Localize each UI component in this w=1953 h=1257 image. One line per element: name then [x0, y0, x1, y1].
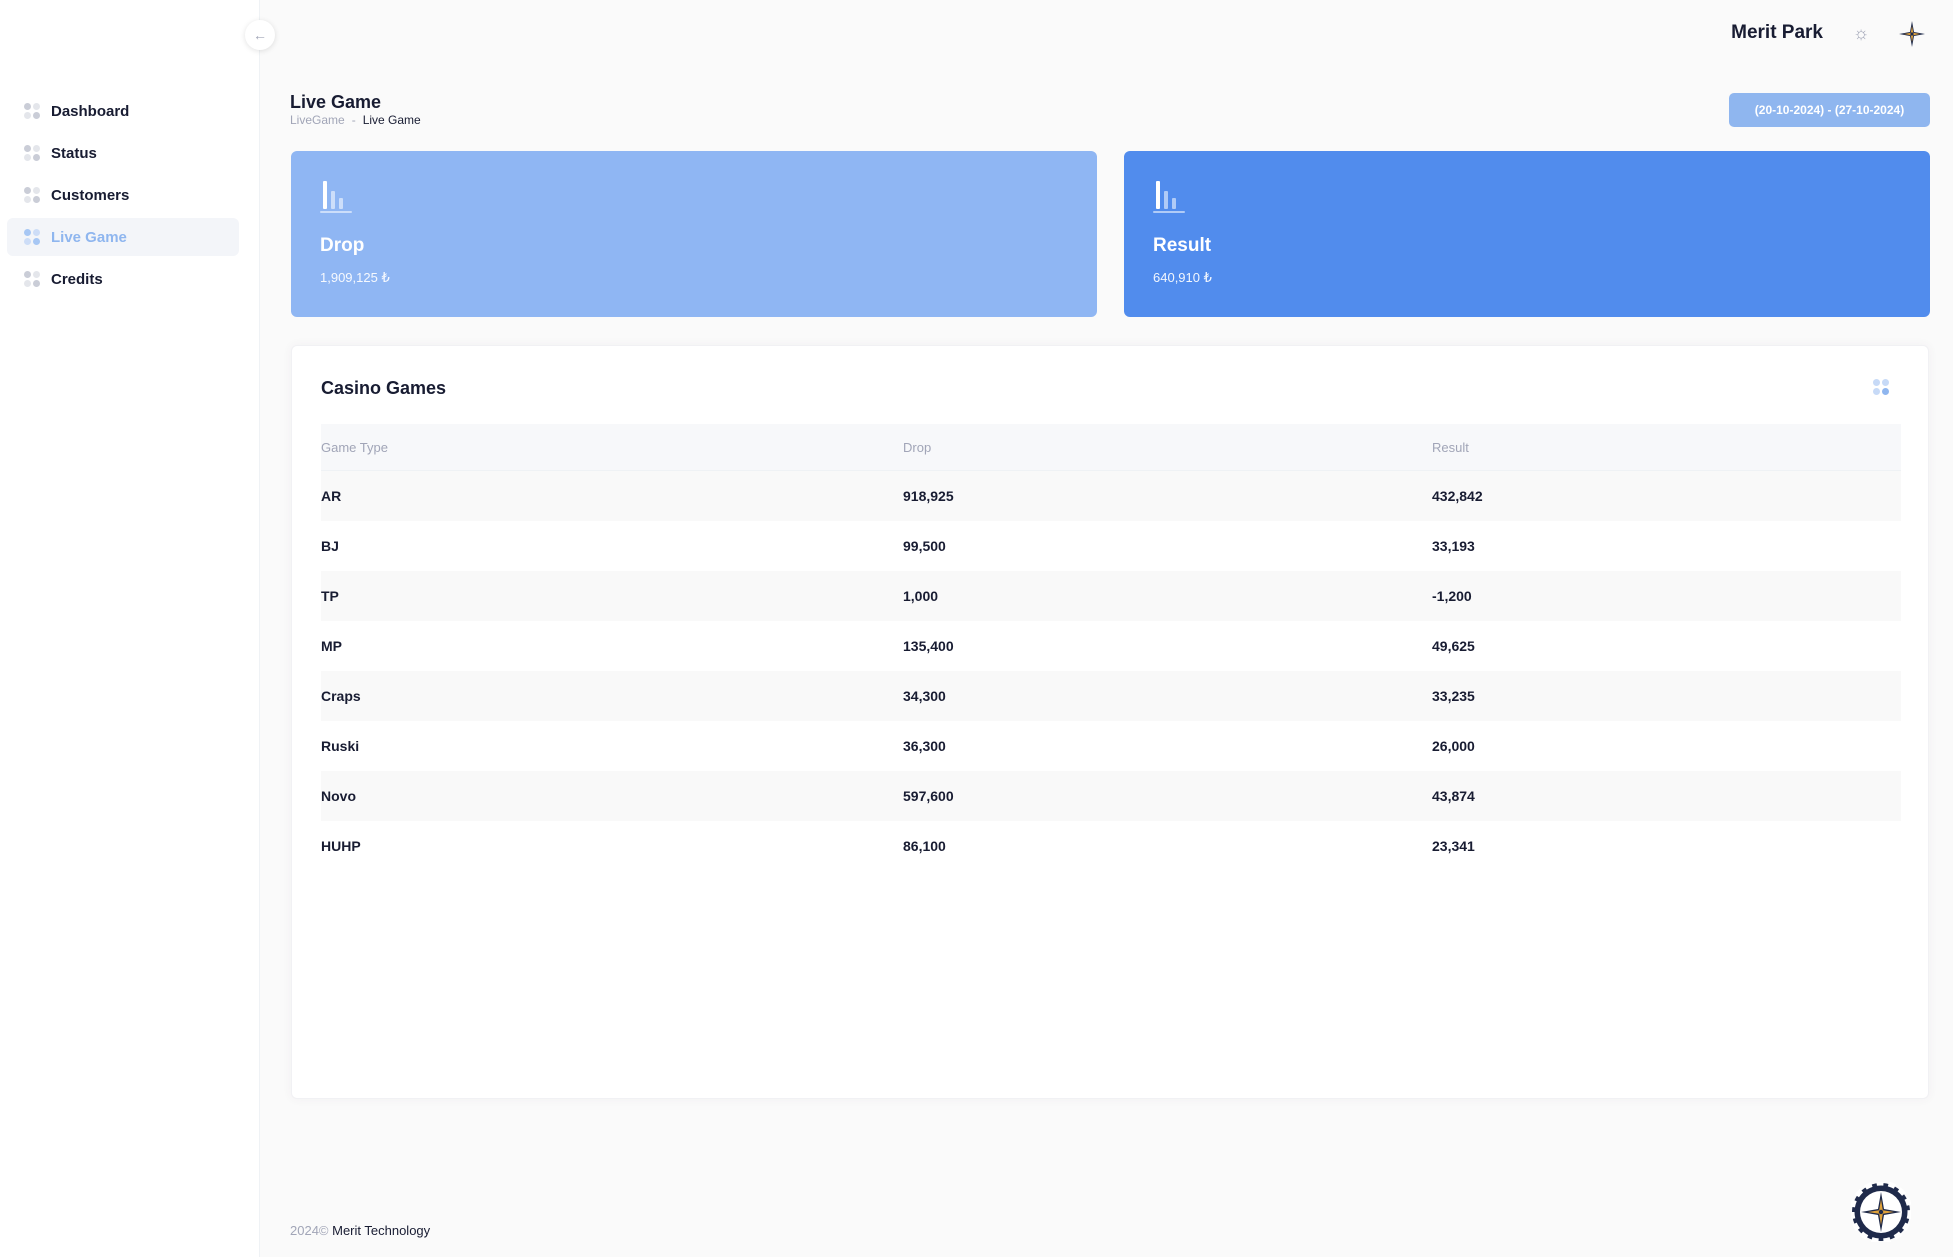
sidebar-item-label: Status — [51, 144, 97, 162]
breadcrumb: LiveGame - Live Game — [290, 113, 421, 127]
sun-icon[interactable]: ☼ — [1850, 22, 1872, 44]
compass-badge-logo-icon — [1851, 1182, 1911, 1242]
result-card-value: 640,910 ₺ — [1153, 270, 1212, 285]
status-icon — [24, 144, 41, 162]
cell-result: 33,193 — [1432, 538, 1475, 554]
table-row: Novo 597,600 43,874 — [321, 771, 1901, 821]
sidebar-item-label: Customers — [51, 186, 130, 204]
sidebar-nav: Dashboard Status Customers Live Game Cre… — [7, 92, 239, 302]
cell-result: -1,200 — [1432, 588, 1472, 604]
panel-menu-icon[interactable] — [1873, 379, 1891, 397]
table-body: AR 918,925 432,842 BJ 99,500 33,193 TP 1… — [321, 471, 1901, 871]
sidebar-toggle-button[interactable]: ← — [245, 20, 275, 50]
cell-drop: 86,100 — [903, 838, 946, 854]
table-header: Game Type Drop Result — [321, 424, 1901, 471]
sidebar-item-label: Credits — [51, 270, 103, 288]
cell-drop: 99,500 — [903, 538, 946, 554]
cell-result: 43,874 — [1432, 788, 1475, 804]
compass-logo-icon[interactable] — [1898, 20, 1926, 48]
header-brand: Merit Park — [1731, 22, 1823, 43]
customers-icon — [24, 186, 41, 204]
result-card: Result 640,910 ₺ — [1124, 151, 1930, 317]
drop-card-title: Drop — [320, 235, 365, 256]
result-card-title: Result — [1153, 235, 1212, 256]
column-header-drop[interactable]: Drop — [903, 440, 1432, 455]
date-range-button[interactable]: (20-10-2024) - (27-10-2024) — [1729, 93, 1930, 127]
table-row: HUHP 86,100 23,341 — [321, 821, 1901, 871]
breadcrumb-link[interactable]: LiveGame — [290, 113, 345, 127]
sidebar-item-live-game[interactable]: Live Game — [7, 218, 239, 256]
cell-game-type: Novo — [321, 788, 356, 804]
table-row: BJ 99,500 33,193 — [321, 521, 1901, 571]
cell-game-type: Ruski — [321, 738, 360, 754]
cell-result: 23,341 — [1432, 838, 1475, 854]
footer: 2024© Merit Technology — [290, 1223, 430, 1238]
casino-games-panel: Casino Games Game Type Drop Result AR 91… — [291, 345, 1929, 1099]
sidebar-item-customers[interactable]: Customers — [7, 176, 239, 214]
column-header-game-type[interactable]: Game Type — [321, 440, 903, 455]
cell-game-type: AR — [321, 488, 342, 504]
cell-drop: 597,600 — [903, 788, 954, 804]
panel-title: Casino Games — [321, 378, 447, 398]
cell-result: 33,235 — [1432, 688, 1475, 704]
page-title: Live Game — [290, 92, 382, 112]
cell-game-type: Craps — [321, 688, 361, 704]
sidebar-item-status[interactable]: Status — [7, 134, 239, 172]
cell-game-type: BJ — [321, 538, 339, 554]
sidebar: Dashboard Status Customers Live Game Cre… — [0, 0, 260, 1257]
table-row: Craps 34,300 33,235 — [321, 671, 1901, 721]
column-header-result[interactable]: Result — [1432, 440, 1901, 455]
bar-chart-icon — [320, 179, 352, 213]
arrow-left-icon: ← — [253, 27, 267, 43]
sidebar-item-dashboard[interactable]: Dashboard — [7, 92, 239, 130]
bar-chart-icon — [1153, 179, 1185, 213]
footer-company-link[interactable]: Merit Technology — [332, 1223, 430, 1238]
breadcrumb-separator: - — [351, 113, 356, 127]
credits-icon — [24, 270, 41, 288]
sidebar-item-credits[interactable]: Credits — [7, 260, 239, 298]
breadcrumb-current: Live Game — [362, 113, 421, 127]
table-row: AR 918,925 432,842 — [321, 471, 1901, 521]
cell-game-type: TP — [321, 588, 339, 604]
cell-game-type: HUHP — [321, 838, 361, 854]
sidebar-item-label: Live Game — [51, 228, 127, 246]
cell-game-type: MP — [321, 638, 342, 654]
footer-year: 2024© — [290, 1223, 329, 1238]
live-game-icon — [24, 228, 41, 246]
drop-card: Drop 1,909,125 ₺ — [291, 151, 1097, 317]
cell-drop: 34,300 — [903, 688, 946, 704]
drop-card-value: 1,909,125 ₺ — [320, 270, 390, 285]
cell-result: 26,000 — [1432, 738, 1475, 754]
cell-result: 49,625 — [1432, 638, 1475, 654]
sidebar-item-label: Dashboard — [51, 102, 130, 120]
dashboard-icon — [24, 102, 41, 120]
table-row: TP 1,000 -1,200 — [321, 571, 1901, 621]
cell-drop: 918,925 — [903, 488, 954, 504]
table-row: Ruski 36,300 26,000 — [321, 721, 1901, 771]
casino-games-table: Game Type Drop Result AR 918,925 432,842… — [321, 424, 1901, 871]
table-row: MP 135,400 49,625 — [321, 621, 1901, 671]
cell-drop: 1,000 — [903, 588, 939, 604]
cell-drop: 36,300 — [903, 738, 946, 754]
cell-drop: 135,400 — [903, 638, 954, 654]
cell-result: 432,842 — [1432, 488, 1483, 504]
